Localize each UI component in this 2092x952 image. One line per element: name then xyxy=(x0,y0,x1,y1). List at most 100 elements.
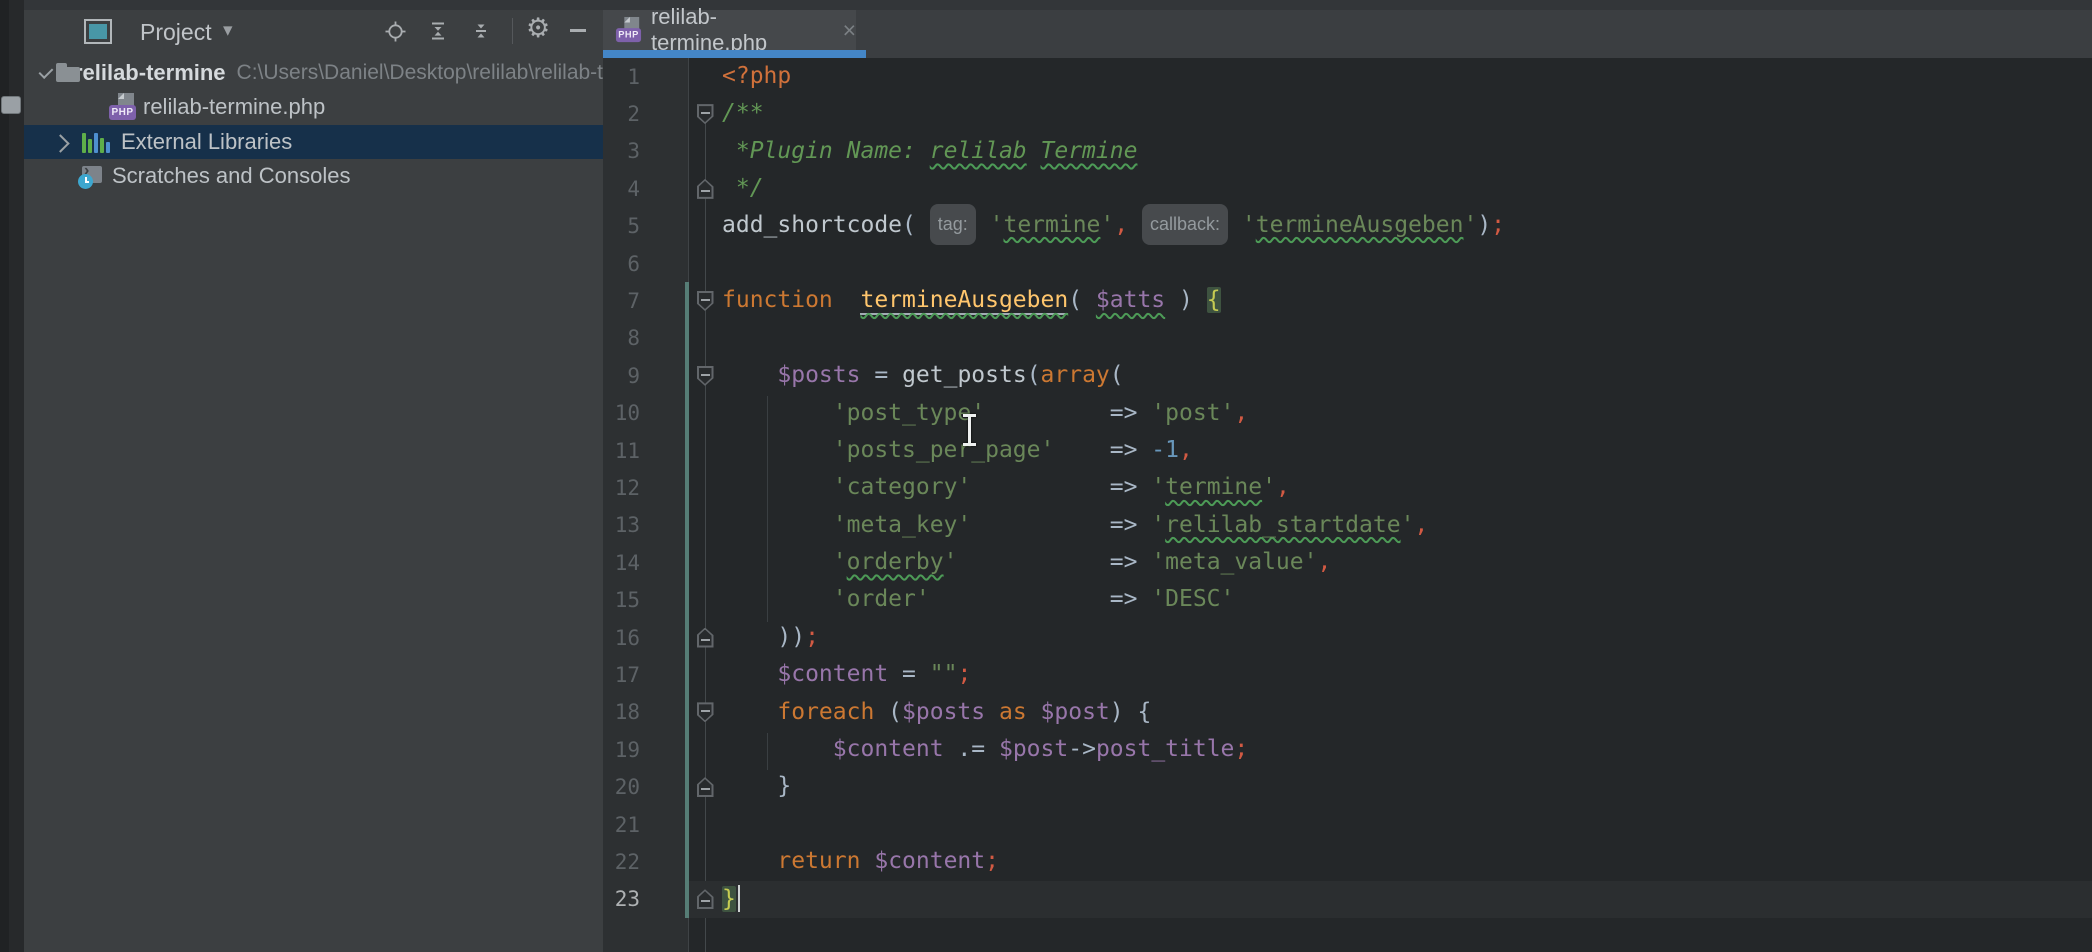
fold-start-icon[interactable] xyxy=(697,104,714,124)
line-number[interactable]: 1 xyxy=(603,65,688,89)
code-line[interactable]: 10 'post_type' => 'post', xyxy=(603,395,2092,432)
line-number[interactable]: 15 xyxy=(603,588,688,612)
editor-caret xyxy=(738,885,740,912)
code-line[interactable]: 18 foreach ($posts as $post) { xyxy=(603,694,2092,731)
code-text[interactable]: */ xyxy=(722,170,2092,207)
code-text[interactable]: } xyxy=(722,881,2092,918)
code-line[interactable]: 11 'posts_per_page' => -1, xyxy=(603,432,2092,469)
line-number[interactable]: 20 xyxy=(603,775,688,799)
code-line[interactable]: 23} xyxy=(603,881,2092,918)
line-number[interactable]: 23 xyxy=(603,887,688,911)
line-number[interactable]: 2 xyxy=(603,102,688,126)
code-line[interactable]: 2 /** xyxy=(603,95,2092,132)
code-line[interactable]: 4 */ xyxy=(603,170,2092,207)
code-text[interactable]: return $content; xyxy=(722,843,2092,880)
project-view-icon[interactable] xyxy=(84,19,112,44)
parameter-hint: callback: xyxy=(1142,204,1228,245)
line-number[interactable]: 14 xyxy=(603,551,688,575)
fold-start-icon[interactable] xyxy=(697,366,714,386)
line-number[interactable]: 12 xyxy=(603,476,688,500)
line-number[interactable]: 9 xyxy=(603,364,688,388)
folder-icon xyxy=(56,63,68,82)
code-text[interactable]: /** xyxy=(722,95,2092,132)
chevron-right-icon[interactable] xyxy=(51,134,69,152)
code-line[interactable]: 8 xyxy=(603,320,2092,357)
fold-end-icon[interactable] xyxy=(697,777,714,797)
line-number[interactable]: 19 xyxy=(603,738,688,762)
code-text[interactable]: )); xyxy=(722,619,2092,656)
tab-relilab-termine[interactable]: PHP relilab-termine.php × xyxy=(603,10,856,50)
line-number[interactable]: 10 xyxy=(603,401,688,425)
project-panel-title[interactable]: Project xyxy=(140,19,212,46)
hide-panel-button[interactable] xyxy=(570,29,586,32)
fold-end-icon[interactable] xyxy=(697,628,714,648)
code-line[interactable]: 19 $content .= $post->post_title; xyxy=(603,731,2092,768)
code-text[interactable]: 'order' => 'DESC' xyxy=(722,581,2092,618)
expand-all-button[interactable] xyxy=(427,20,449,42)
tree-row-scratches[interactable]: Scratches and Consoles xyxy=(24,159,603,193)
chevron-down-icon[interactable]: ▾ xyxy=(223,19,233,42)
line-number[interactable]: 22 xyxy=(603,850,688,874)
collapse-all-button[interactable] xyxy=(470,20,492,42)
code-line[interactable]: 21 xyxy=(603,806,2092,843)
code-editor[interactable]: 1<?php2/**3 *Plugin Name: relilab Termin… xyxy=(603,58,2092,952)
code-line[interactable]: 3 *Plugin Name: relilab Termine xyxy=(603,133,2092,170)
fold-end-icon[interactable] xyxy=(697,179,714,199)
chevron-down-icon[interactable] xyxy=(38,64,53,79)
code-text[interactable]: $content = ""; xyxy=(722,656,2092,693)
code-text[interactable]: 'post_type' => 'post', xyxy=(722,395,2092,432)
code-text[interactable]: 'category' => 'termine', xyxy=(722,469,2092,506)
code-line[interactable]: 7 function termineAusgeben( $atts ) { xyxy=(603,282,2092,319)
code-line[interactable]: 9 $posts = get_posts(array( xyxy=(603,357,2092,394)
close-icon[interactable]: × xyxy=(843,17,856,44)
code-text[interactable]: $posts = get_posts(array( xyxy=(722,357,2092,394)
project-root-name: relilab-termine xyxy=(74,60,226,86)
line-number[interactable]: 4 xyxy=(603,177,688,201)
code-text[interactable]: *Plugin Name: relilab Termine xyxy=(722,133,2092,170)
code-text[interactable]: add_shortcode( tag: 'termine', callback:… xyxy=(722,206,2092,247)
code-line[interactable]: 17 $content = ""; xyxy=(603,656,2092,693)
tree-row-project-root[interactable]: relilab-termine C:\Users\Daniel\Desktop\… xyxy=(24,56,603,90)
fold-start-icon[interactable] xyxy=(697,702,714,722)
code-line[interactable]: 6 xyxy=(603,245,2092,282)
code-line[interactable]: 16 )); xyxy=(603,619,2092,656)
tree-row-external-libraries[interactable]: External Libraries xyxy=(24,125,604,159)
code-line[interactable]: 13 'meta_key' => 'relilab_startdate', xyxy=(603,507,2092,544)
code-text[interactable]: $content .= $post->post_title; xyxy=(722,731,2092,768)
fold-start-icon[interactable] xyxy=(697,291,714,311)
code-line[interactable]: 12 'category' => 'termine', xyxy=(603,469,2092,506)
gear-icon[interactable]: ⚙ xyxy=(526,13,550,44)
line-number[interactable]: 5 xyxy=(603,214,688,238)
collapse-all-icon xyxy=(471,21,491,41)
line-number[interactable]: 3 xyxy=(603,139,688,163)
line-number[interactable]: 8 xyxy=(603,326,688,350)
code-text[interactable]: foreach ($posts as $post) { xyxy=(722,694,2092,731)
php-file-icon: PHP xyxy=(616,16,641,44)
code-text[interactable]: function termineAusgeben( $atts ) { xyxy=(722,282,2092,319)
line-number[interactable]: 16 xyxy=(603,626,688,650)
line-number[interactable]: 6 xyxy=(603,252,688,276)
locate-file-button[interactable] xyxy=(384,20,406,42)
tree-row-php-file[interactable]: PHP relilab-termine.php xyxy=(24,90,603,124)
code-text[interactable]: <?php xyxy=(722,58,2092,95)
tool-window-icon[interactable] xyxy=(1,96,21,114)
line-number[interactable]: 13 xyxy=(603,513,688,537)
line-number[interactable]: 21 xyxy=(603,813,688,837)
code-line[interactable]: 15 'order' => 'DESC' xyxy=(603,581,2092,618)
line-number[interactable]: 18 xyxy=(603,700,688,724)
fold-column xyxy=(688,777,722,797)
code-text[interactable]: } xyxy=(722,768,2092,805)
fold-end-icon[interactable] xyxy=(697,889,714,909)
code-line[interactable]: 20 } xyxy=(603,768,2092,805)
code-text[interactable]: 'meta_key' => 'relilab_startdate', xyxy=(722,507,2092,544)
code-line[interactable]: 14 'orderby' => 'meta_value', xyxy=(603,544,2092,581)
code-text[interactable]: 'orderby' => 'meta_value', xyxy=(722,544,2092,581)
code-text[interactable]: 'posts_per_page' => -1, xyxy=(722,432,2092,469)
editor-tab-bar: PHP relilab-termine.php × xyxy=(603,10,2092,58)
line-number[interactable]: 7 xyxy=(603,289,688,313)
code-line[interactable]: 22 return $content; xyxy=(603,843,2092,880)
code-line[interactable]: 1 <?php xyxy=(603,58,2092,95)
line-number[interactable]: 11 xyxy=(603,439,688,463)
line-number[interactable]: 17 xyxy=(603,663,688,687)
code-line[interactable]: 5 add_shortcode( tag: 'termine', callback… xyxy=(603,208,2092,245)
